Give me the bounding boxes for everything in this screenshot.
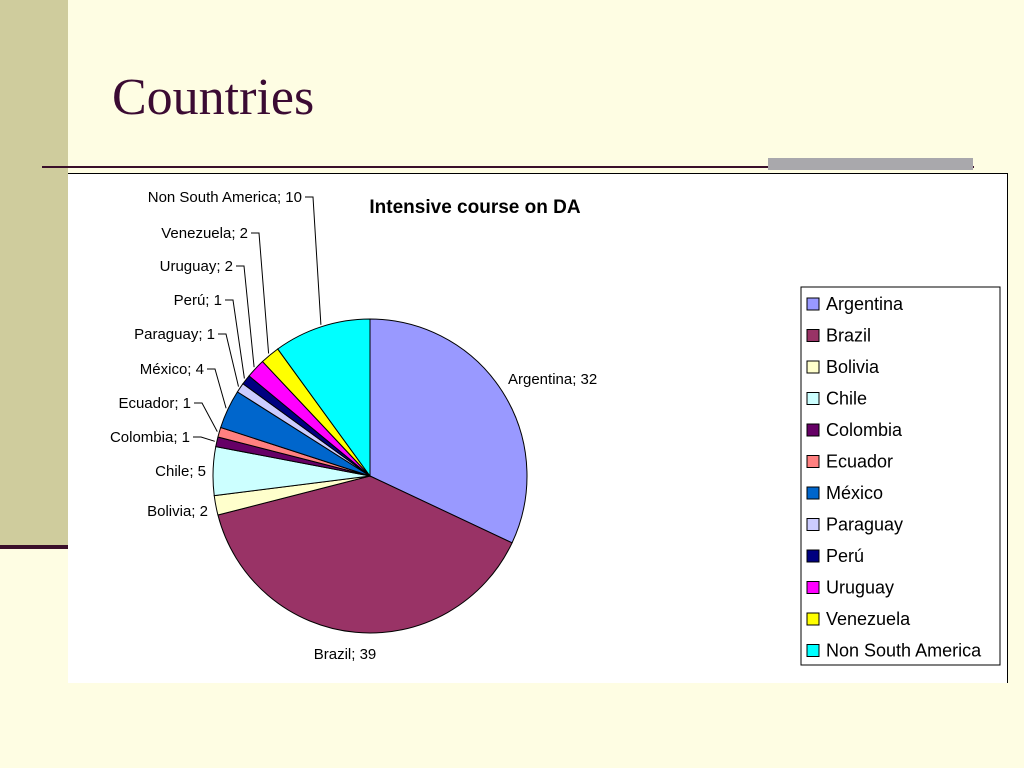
legend-label-paraguay: Paraguay [826,515,903,535]
data-label-mexico: México; 4 [140,361,204,378]
legend-swatch-peru [806,549,820,563]
legend-swatch-brazil [806,329,820,342]
legend-label-brazil: Brazil [826,326,871,346]
legend-label-argentina: Argentina [826,294,904,314]
data-label-brazil: Brazil; 39 [314,646,377,663]
leader-uruguay [236,265,255,368]
legend-swatch-uruguay [806,581,820,594]
legend-swatch-ecuador [806,455,820,468]
left-decor-band [0,0,68,548]
leader-paraguay [218,333,239,387]
data-label-ecuador: Ecuador; 1 [118,395,191,412]
leader-colombia [193,436,215,442]
legend-swatch-bolivia [806,360,820,374]
legend-label-bolivia: Bolivia [826,357,880,377]
leader-non-south-america [305,196,322,325]
left-band-divider [0,545,68,549]
data-label-uruguay: Uruguay; 2 [160,258,233,275]
legend-swatch-chile [806,392,820,405]
title-rule-accent [768,158,973,170]
chart-title: Intensive course on DA [369,197,580,218]
legend-swatch-argentina [806,297,820,311]
legend-swatch-paraguay [806,518,820,531]
legend-label-non-south-america: Non South America [826,641,982,661]
chart-frame: Intensive course on DA Argentina; 32 Braz… [68,173,1008,683]
legend-label-venezuela: Venezuela [826,609,911,629]
leader-ecuador [194,402,218,432]
leader-peru [225,299,245,379]
data-label-argentina: Argentina; 32 [508,371,597,388]
data-label-bolivia: Bolivia; 2 [147,503,208,520]
legend-label-mexico: México [826,483,883,503]
data-label-colombia: Colombia; 1 [110,429,190,446]
legend-label-colombia: Colombia [826,420,903,440]
data-label-chile: Chile; 5 [155,463,206,480]
legend: Argentina Brazil Bolivia Chile Colombia Ecuad… [800,286,1001,666]
slide-title: Countries [112,69,315,126]
legend-label-uruguay: Uruguay [826,578,894,598]
legend-swatch-mexico [806,486,820,500]
data-label-venezuela: Venezuela; 2 [161,225,248,242]
pie-chart: Intensive course on DA Argentina; 32 Braz… [110,189,1001,666]
legend-swatch-venezuela [806,612,820,626]
legend-label-ecuador: Ecuador [826,452,893,472]
legend-swatch-non-south-america [806,644,820,657]
data-label-non-south-america: Non South America; 10 [148,189,302,206]
legend-label-chile: Chile [826,389,867,409]
pie-slices [212,318,528,634]
data-label-paraguay: Paraguay; 1 [134,326,215,343]
leader-mexico [207,368,227,409]
legend-swatch-colombia [806,423,820,437]
leader-venezuela [251,232,270,354]
data-label-peru: Perú; 1 [174,292,222,309]
legend-label-peru: Perú [826,546,864,566]
